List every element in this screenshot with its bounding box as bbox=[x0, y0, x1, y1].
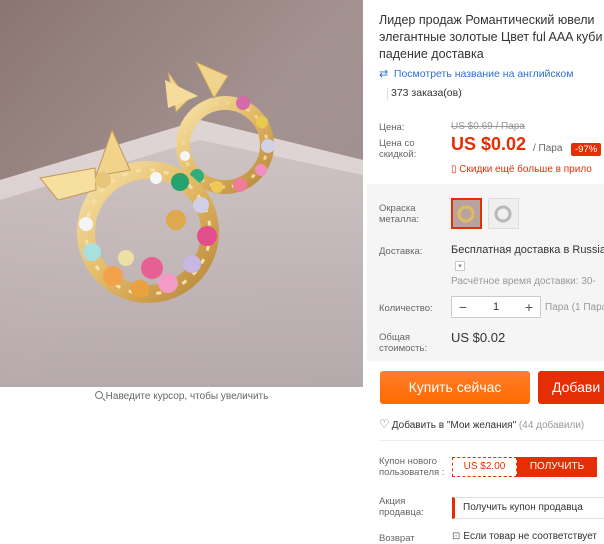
quantity-minus-button[interactable]: − bbox=[452, 297, 474, 317]
quantity-note: Пара (1 Пара bbox=[545, 302, 604, 313]
color-label: Окраска металла: bbox=[379, 203, 420, 225]
wishlist-count: (44 добавили) bbox=[518, 420, 585, 431]
zoom-hint: Наведите курсор, чтобы увеличить bbox=[0, 390, 363, 404]
title-line: Лидер продаж Романтический ювели bbox=[379, 13, 595, 27]
old-price: US $0.69 / Пара bbox=[451, 121, 525, 132]
total-value: US $0.02 bbox=[451, 330, 506, 345]
get-coupon-button[interactable]: ПОЛУЧИТЬ bbox=[517, 457, 597, 477]
wishlist-link[interactable]: ♡ Добавить в "Мои желания" (44 добавили) bbox=[379, 417, 584, 431]
return-icon: ⊡ bbox=[452, 531, 461, 542]
new-user-coupon-label: Купон нового пользователя : bbox=[379, 456, 445, 478]
translate-icon: ⇄ bbox=[379, 68, 389, 80]
shipping-dropdown[interactable]: ▾ bbox=[455, 261, 465, 271]
discount-price: US $0.02 bbox=[451, 134, 527, 154]
quantity-plus-button[interactable]: + bbox=[518, 297, 540, 317]
magnifier-icon bbox=[94, 391, 103, 399]
swatch-silver[interactable] bbox=[488, 198, 519, 229]
seller-coupon-select[interactable]: Получить купон продавца bbox=[452, 497, 604, 519]
shipping-label: Доставка: bbox=[379, 246, 423, 257]
return-policy: ⊡ Если товар не соответствует bbox=[452, 531, 598, 542]
total-label: Общая стоимость: bbox=[379, 332, 428, 354]
swatch-gold[interactable] bbox=[451, 198, 482, 229]
price-label: Цена: bbox=[379, 122, 405, 133]
translate-link[interactable]: ⇄ Посмотреть название на английском bbox=[379, 67, 573, 80]
price-unit: / Пара bbox=[533, 143, 563, 154]
app-discount-link[interactable]: ▯ Скидки ещё больше в прило bbox=[451, 164, 592, 175]
divider bbox=[379, 440, 604, 441]
return-label: Возврат bbox=[379, 533, 415, 544]
quantity-input[interactable]: 1 bbox=[474, 297, 518, 317]
title-line: падение доставка bbox=[379, 47, 484, 61]
coupon-amount: US $2.00 bbox=[452, 457, 517, 477]
product-image[interactable] bbox=[0, 0, 363, 387]
chevron-down-icon: ▾ bbox=[458, 263, 462, 270]
discount-price-label: Цена со скидкой: bbox=[379, 138, 417, 160]
shipping-time: Расчётное время доставки: 30- bbox=[451, 276, 596, 287]
heart-icon: ♡ bbox=[379, 417, 390, 431]
add-to-cart-button[interactable]: Добави bbox=[538, 371, 604, 404]
title-line: элегантные золотые Цвет ful AAA куби bbox=[379, 30, 603, 44]
phone-icon: ▯ bbox=[451, 164, 457, 175]
quantity-label: Количество: bbox=[379, 303, 433, 314]
shipping-value: Бесплатная доставка в Russia bbox=[451, 244, 604, 256]
quantity-stepper: − 1 + bbox=[451, 296, 541, 318]
discount-badge: -97% bbox=[571, 143, 602, 156]
product-info-panel: Лидер продаж Романтический ювели элегант… bbox=[367, 0, 604, 544]
buy-now-button[interactable]: Купить сейчас bbox=[380, 371, 530, 404]
seller-promo-label: Акция продавца: bbox=[379, 496, 424, 518]
product-title: Лидер продаж Романтический ювели элегант… bbox=[379, 12, 604, 63]
orders-count: 373 заказа(ов) bbox=[391, 87, 462, 99]
